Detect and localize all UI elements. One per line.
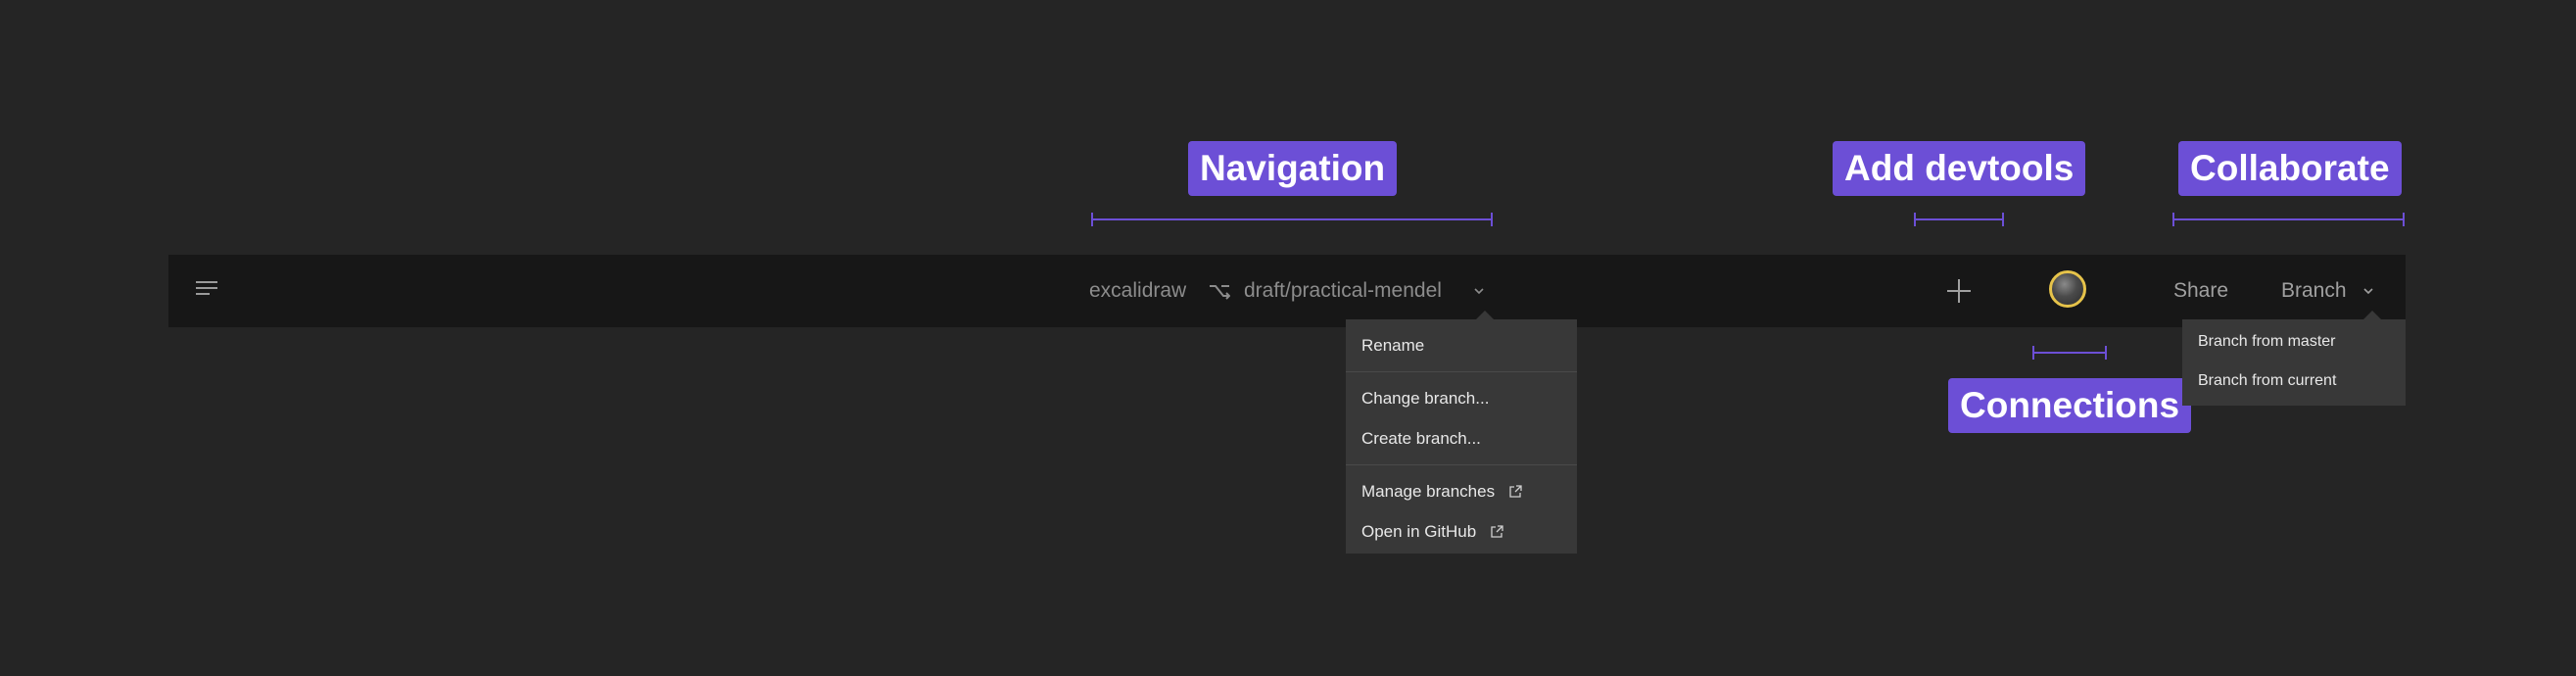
share-button[interactable]: Share: [2173, 255, 2228, 327]
callout-navigation: Navigation: [1188, 141, 1398, 196]
external-link-icon: [1509, 485, 1522, 498]
branch-name[interactable]: draft/practical-mendel: [1244, 255, 1442, 327]
branch-button[interactable]: Branch: [2281, 255, 2347, 327]
menu-divider: [1346, 464, 1577, 465]
bracket-connections: [2032, 346, 2107, 360]
menu-item-open-github[interactable]: Open in GitHub: [1346, 511, 1577, 552]
git-branch-icon: [1210, 285, 1230, 300]
chevron-down-icon[interactable]: [1473, 286, 1485, 296]
callout-collaborate: Collaborate: [2178, 141, 2402, 196]
bracket-navigation: [1091, 213, 1493, 226]
menu-item-branch-from-current[interactable]: Branch from current: [2182, 362, 2406, 401]
external-link-icon: [1491, 525, 1503, 538]
menu-item-label: Manage branches: [1361, 482, 1496, 501]
menu-item-rename[interactable]: Rename: [1346, 325, 1577, 365]
menu-item-manage-branches[interactable]: Manage branches: [1346, 471, 1577, 511]
callout-add-devtools: Add devtools: [1833, 141, 2086, 196]
repo-name[interactable]: excalidraw: [1089, 255, 1186, 327]
menu-item-change-branch[interactable]: Change branch...: [1346, 378, 1577, 418]
bracket-add-devtools: [1914, 213, 2004, 226]
navigation-menu: Rename Change branch... Create branch...…: [1346, 311, 1577, 554]
menu-item-branch-from-master[interactable]: Branch from master: [2182, 322, 2406, 362]
toolbar: excalidraw draft/practical-mendel Share …: [168, 255, 2406, 327]
canvas: Navigation Add devtools Collaborate Conn…: [0, 0, 2576, 676]
add-devtools-plus-icon[interactable]: [1946, 278, 1972, 304]
menu-item-label: Open in GitHub: [1361, 522, 1477, 541]
callout-connections: Connections: [1948, 378, 2192, 433]
avatar[interactable]: [2049, 270, 2086, 308]
chevron-down-icon[interactable]: [2362, 286, 2374, 296]
menu-divider: [1346, 371, 1577, 372]
bracket-collaborate: [2172, 213, 2405, 226]
branch-menu: Branch from master Branch from current: [2182, 311, 2406, 406]
menu-item-create-branch[interactable]: Create branch...: [1346, 418, 1577, 459]
hamburger-icon[interactable]: [196, 281, 217, 301]
